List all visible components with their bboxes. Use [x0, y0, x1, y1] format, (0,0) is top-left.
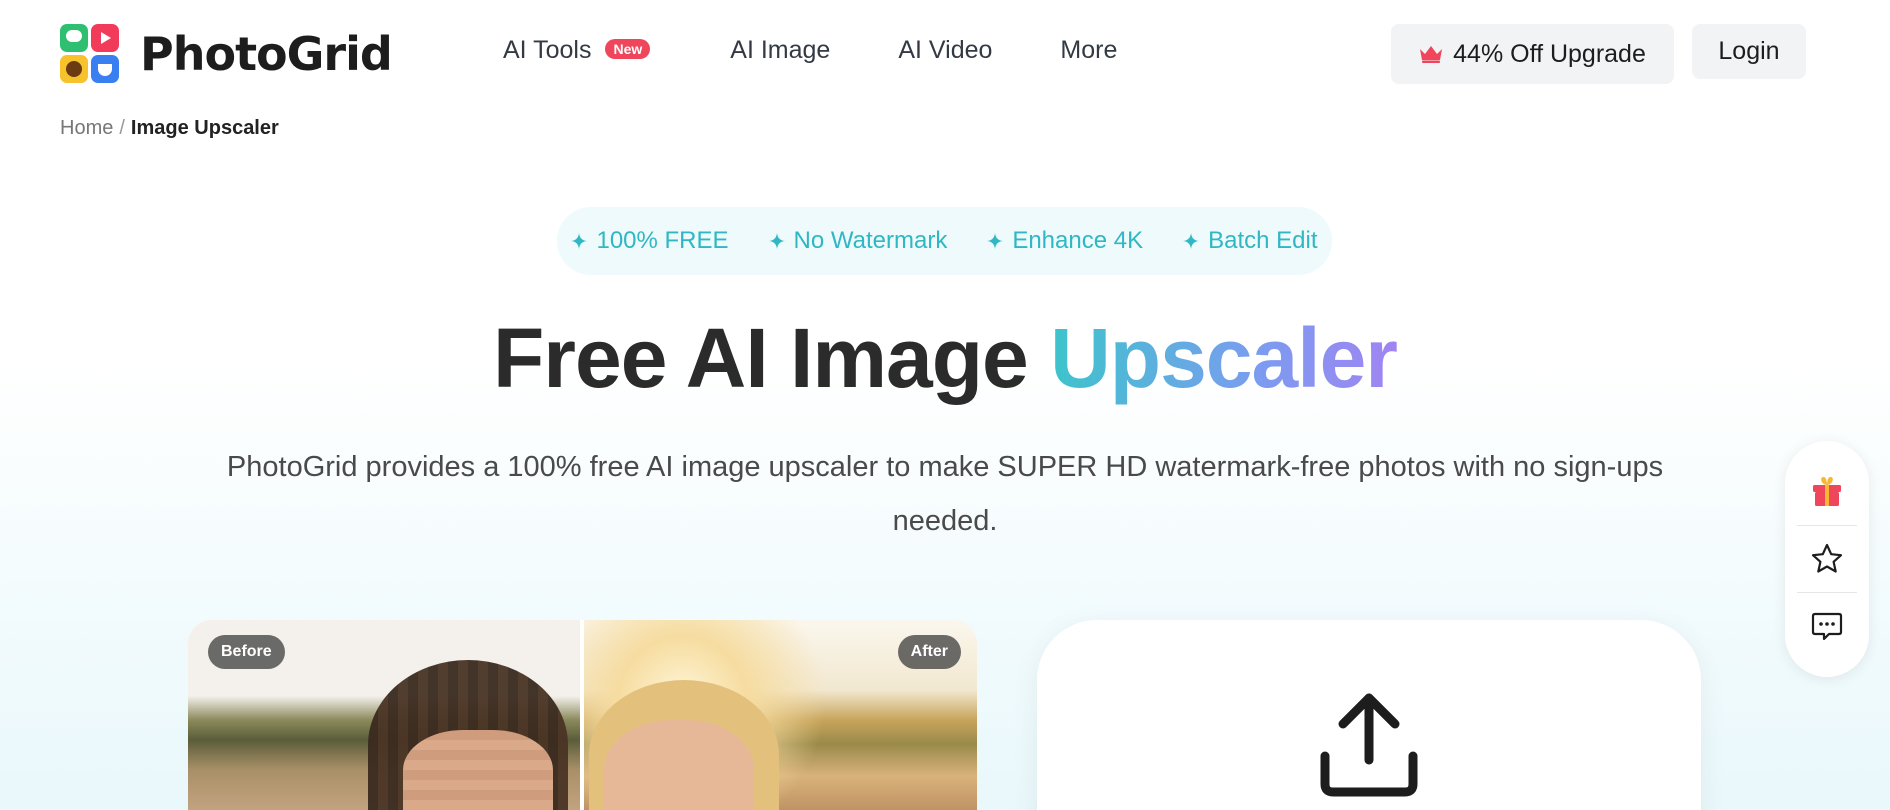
nav-item-ai-video[interactable]: AI Video	[898, 36, 992, 65]
login-button[interactable]: Login	[1692, 24, 1806, 79]
floating-side-bar	[1785, 441, 1869, 677]
upload-dropzone[interactable]	[1037, 620, 1701, 810]
sparkle-icon	[987, 233, 1004, 249]
photogrid-logo-icon	[60, 24, 120, 84]
after-tag: After	[897, 635, 961, 669]
breadcrumb-separator: /	[119, 117, 125, 139]
title-main: Free AI Image	[493, 311, 1051, 405]
feature-label: Batch Edit	[1208, 227, 1318, 254]
crown-icon	[1420, 46, 1443, 63]
feature-enhance-4k: Enhance 4K	[987, 227, 1143, 255]
gift-icon	[1813, 476, 1841, 506]
title-accent: Upscaler	[1050, 311, 1398, 405]
feature-no-watermark: No Watermark	[768, 227, 948, 255]
nav-item-ai-tools[interactable]: AI Tools New	[503, 36, 651, 65]
new-badge: New	[605, 39, 651, 59]
page-subtitle: PhotoGrid provides a 100% free AI image …	[226, 451, 1664, 537]
brand-name: PhotoGrid	[140, 27, 393, 81]
feedback-button[interactable]	[1797, 596, 1857, 656]
site-header: PhotoGrid AI Tools New AI Image AI Video …	[0, 0, 1890, 108]
feature-label: No Watermark	[793, 227, 948, 254]
upload-icon	[1320, 693, 1418, 797]
gift-button[interactable]	[1797, 461, 1857, 521]
breadcrumb: Home / Image Upscaler	[60, 117, 279, 140]
feature-label: 100% FREE	[596, 227, 729, 254]
nav-item-more[interactable]: More	[1060, 36, 1117, 65]
favorite-button[interactable]	[1797, 529, 1857, 589]
feature-batch-edit: Batch Edit	[1183, 227, 1318, 255]
sparkle-icon	[768, 233, 785, 249]
feature-highlights: 100% FREE No Watermark Enhance 4K Batch …	[557, 207, 1332, 275]
sparkle-icon	[1183, 233, 1200, 249]
feature-label: Enhance 4K	[1012, 227, 1144, 254]
upgrade-label: 44% Off Upgrade	[1453, 39, 1646, 68]
chat-icon	[1811, 612, 1843, 641]
nav-item-label: AI Tools	[503, 36, 592, 64]
before-tag: Before	[208, 635, 285, 669]
brand-logo[interactable]: PhotoGrid	[60, 24, 393, 84]
breadcrumb-home-link[interactable]: Home	[60, 117, 113, 139]
before-after-comparison[interactable]: Before After	[188, 620, 977, 810]
star-icon	[1811, 543, 1843, 573]
comparison-slider-handle[interactable]	[580, 620, 584, 810]
sparkle-icon	[571, 233, 588, 249]
breadcrumb-current: Image Upscaler	[130, 117, 279, 139]
feature-free: 100% FREE	[571, 227, 729, 255]
upgrade-button[interactable]: 44% Off Upgrade	[1391, 24, 1674, 84]
main-nav: AI Tools New AI Image AI Video More	[503, 36, 1117, 65]
page-title: Free AI Image Upscaler	[0, 310, 1890, 407]
nav-item-ai-image[interactable]: AI Image	[730, 36, 830, 65]
